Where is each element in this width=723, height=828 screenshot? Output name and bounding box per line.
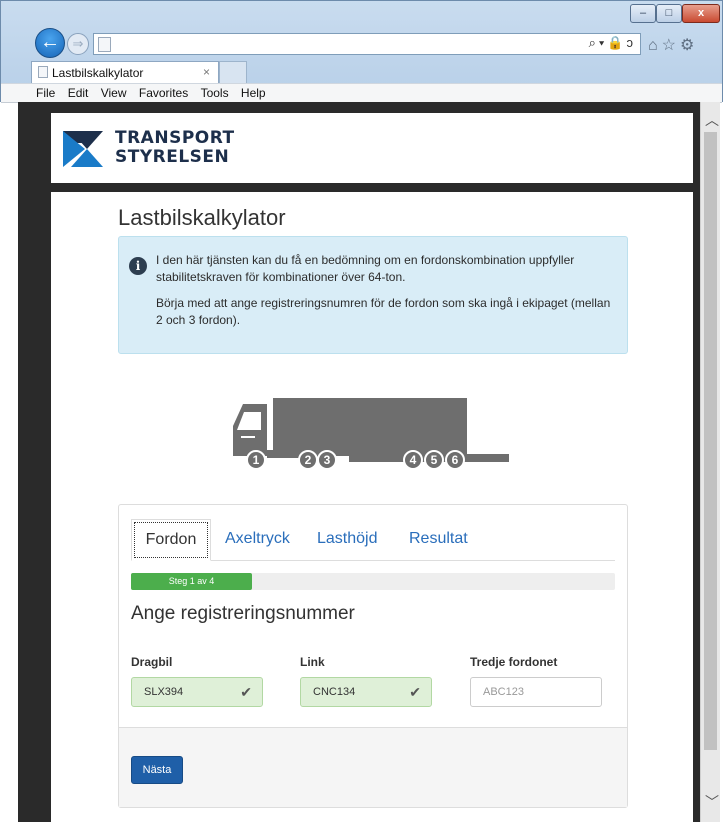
home-favorites-settings-icons[interactable]: ⌂☆⚙ — [648, 35, 698, 55]
logo-line-2: STYRELSEN — [115, 147, 230, 167]
tab-lasthojd[interactable]: Lasthöjd — [317, 519, 378, 561]
dragbil-label: Dragbil — [131, 655, 173, 669]
scroll-up-icon[interactable]: ︿ — [705, 110, 719, 130]
tab-fordon[interactable]: Fordon — [131, 519, 211, 561]
tredje-fordonet-input[interactable]: ABC123 — [470, 677, 602, 707]
dragbil-field: Dragbil SLX394 ✔ — [131, 655, 263, 707]
link-input[interactable]: CNC134 ✔ — [300, 677, 432, 707]
progress-fill: Steg 1 av 4 — [131, 573, 252, 590]
tredje-fordonet-placeholder: ABC123 — [483, 686, 524, 698]
menu-favorites[interactable]: Favorites — [139, 84, 188, 102]
section-title: Ange registreringsnummer — [131, 603, 355, 624]
axle-1-icon: 1 — [246, 450, 266, 470]
axle-3-label: 3 — [324, 453, 331, 467]
menu-file[interactable]: File — [36, 84, 55, 102]
main-content: Lastbilskalkylator i I den här tjänsten … — [51, 192, 693, 822]
axle-3-icon: 3 — [317, 450, 337, 470]
vertical-scrollbar[interactable]: ︿ ﹀ — [700, 102, 720, 822]
truck-illustration-icon: 1 2 3 4 5 6 — [233, 398, 509, 470]
scroll-down-icon[interactable]: ﹀ — [705, 792, 719, 812]
forward-button[interactable]: ⇒ — [67, 33, 89, 55]
scrollbar-thumb[interactable] — [704, 132, 717, 750]
tredje-fordonet-label: Tredje fordonet — [470, 655, 558, 669]
tab-axeltryck[interactable]: Axeltryck — [225, 519, 290, 561]
axle-2-icon: 2 — [298, 450, 318, 470]
link-field: Link CNC134 ✔ — [300, 655, 432, 707]
transportstyrelsen-logo-icon[interactable] — [63, 131, 107, 167]
menu-tools[interactable]: Tools — [201, 84, 229, 102]
menu-view[interactable]: View — [101, 84, 127, 102]
address-bar[interactable]: ⌕▾🔒ↄ — [93, 33, 641, 55]
minimize-button[interactable]: – — [630, 4, 656, 23]
axle-4-label: 4 — [410, 453, 417, 467]
axle-5-label: 5 — [431, 453, 438, 467]
tab-label: Lastbilskalkylator — [52, 66, 144, 80]
page-title: Lastbilskalkylator — [118, 205, 286, 230]
axle-6-label: 6 — [452, 453, 459, 467]
link-label: Link — [300, 655, 325, 669]
dragbil-value: SLX394 — [144, 686, 184, 698]
dragbil-input[interactable]: SLX394 ✔ — [131, 677, 263, 707]
next-button[interactable]: Nästa — [131, 756, 183, 784]
maximize-button[interactable]: □ — [656, 4, 682, 23]
form-panel: Fordon Axeltryck Lasthöjd Resultat Steg … — [118, 504, 628, 808]
tab-resultat[interactable]: Resultat — [409, 519, 468, 561]
axle-4-icon: 4 — [403, 450, 423, 470]
menu-bar: File Edit View Favorites Tools Help — [1, 83, 722, 103]
page-icon — [98, 37, 111, 52]
check-icon: ✔ — [240, 684, 252, 700]
close-tab-icon[interactable]: × — [203, 65, 210, 79]
tredje-fordonet-field: Tredje fordonet ABC123 — [470, 655, 602, 707]
menu-help[interactable]: Help — [241, 84, 266, 102]
info-icon: i — [129, 257, 147, 275]
logo-line-1: TRANSPORT — [115, 128, 235, 148]
info-text-2: Börja med att ange registreringsnumren f… — [156, 296, 611, 327]
back-button[interactable]: ← — [35, 28, 65, 58]
step-tabs: Fordon Axeltryck Lasthöjd Resultat — [131, 519, 615, 561]
form-footer: Nästa — [119, 727, 627, 807]
axle-5-icon: 5 — [424, 450, 444, 470]
page-viewport: TRANSPORT STYRELSEN Lastbilskalkylator i… — [18, 102, 700, 822]
menu-edit[interactable]: Edit — [68, 84, 89, 102]
browser-chrome: – □ x ← ⇒ ⌕▾🔒ↄ ⌂☆⚙ Lastbilskalkylator × … — [0, 0, 723, 103]
browser-tab[interactable]: Lastbilskalkylator × — [31, 61, 219, 83]
progress-bar: Steg 1 av 4 — [131, 573, 615, 590]
axle-1-label: 1 — [253, 453, 260, 467]
logo-wordmark[interactable]: TRANSPORT STYRELSEN — [115, 129, 235, 167]
new-tab-button[interactable] — [219, 61, 247, 83]
close-window-button[interactable]: x — [682, 4, 720, 23]
tab-bar: Lastbilskalkylator × — [1, 61, 722, 83]
axle-2-label: 2 — [305, 453, 312, 467]
navigation-bar: ← ⇒ ⌕▾🔒ↄ ⌂☆⚙ — [1, 25, 722, 61]
page-icon — [38, 66, 48, 78]
site-header: TRANSPORT STYRELSEN — [51, 113, 693, 183]
address-tools-icons[interactable]: ⌕▾🔒ↄ — [589, 35, 636, 51]
link-value: CNC134 — [313, 686, 356, 698]
axle-6-icon: 6 — [445, 450, 465, 470]
info-alert: i I den här tjänsten kan du få en bedömn… — [118, 236, 628, 354]
info-text-1: I den här tjänsten kan du få en bedömnin… — [156, 253, 575, 284]
check-icon: ✔ — [409, 684, 421, 700]
